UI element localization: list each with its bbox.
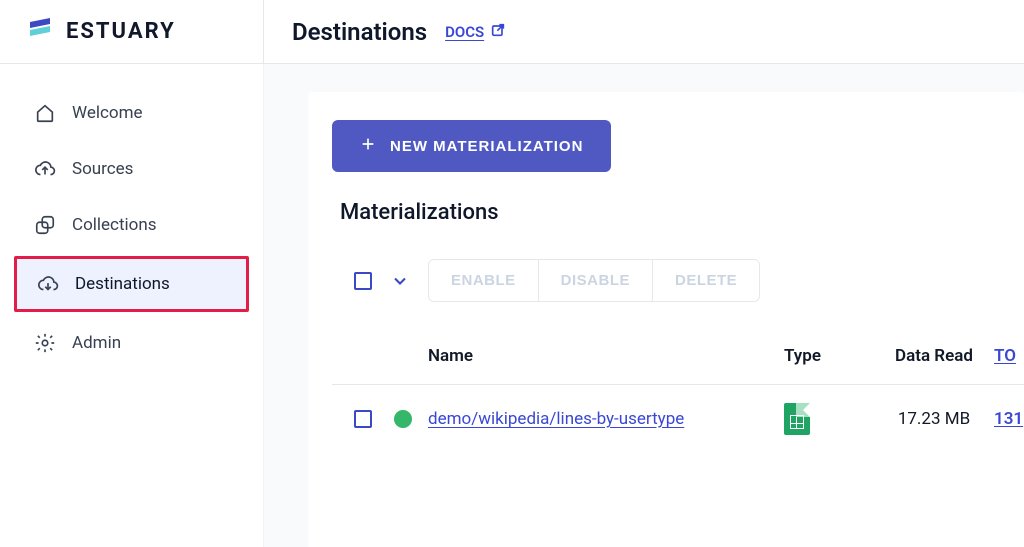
enable-button[interactable]: ENABLE: [429, 260, 539, 301]
disable-button[interactable]: DISABLE: [539, 260, 653, 301]
topbar: ESTUARY Destinations DOCS: [0, 0, 1024, 64]
docs-link-label: DOCS: [445, 23, 484, 41]
plus-icon: [360, 136, 376, 156]
table-header: Name Type Data Read TO: [332, 328, 1024, 385]
delete-button[interactable]: DELETE: [653, 260, 759, 301]
new-materialization-button[interactable]: NEW MATERIALIZATION: [332, 120, 611, 172]
sidebar-item-collections[interactable]: Collections: [14, 200, 249, 250]
sidebar-item-welcome[interactable]: Welcome: [14, 88, 249, 138]
google-sheets-icon: [784, 403, 810, 435]
table-toolbar: ENABLE DISABLE DELETE: [354, 259, 1024, 302]
sidebar-item-sources[interactable]: Sources: [14, 144, 249, 194]
materializations-card: NEW MATERIALIZATION Materializations ENA…: [308, 92, 1024, 547]
brand[interactable]: ESTUARY: [0, 0, 264, 63]
column-data-read: Data Read: [874, 346, 994, 366]
page-title: Destinations: [292, 18, 427, 46]
sidebar: Welcome Sources Collections Destinations: [0, 64, 264, 547]
materializations-table: Name Type Data Read TO demo/wikip: [332, 328, 1024, 453]
column-extra[interactable]: TO: [994, 346, 1024, 366]
sidebar-item-admin[interactable]: Admin: [14, 318, 249, 368]
sidebar-item-label: Destinations: [75, 274, 170, 294]
new-materialization-label: NEW MATERIALIZATION: [390, 138, 583, 155]
cloud-download-icon: [37, 273, 59, 295]
sidebar-item-label: Sources: [72, 159, 133, 179]
cloud-upload-icon: [34, 158, 56, 180]
collections-icon: [34, 214, 56, 236]
sidebar-item-label: Collections: [72, 215, 157, 235]
content-area: NEW MATERIALIZATION Materializations ENA…: [264, 64, 1024, 547]
home-icon: [34, 102, 56, 124]
data-read-value: 17.23 MB: [874, 409, 994, 429]
column-type: Type: [784, 346, 874, 366]
sidebar-item-label: Welcome: [72, 103, 143, 123]
sidebar-item-destinations[interactable]: Destinations: [14, 256, 249, 312]
brand-name: ESTUARY: [66, 19, 176, 44]
bulk-action-group: ENABLE DISABLE DELETE: [428, 259, 760, 302]
table-row: demo/wikipedia/lines-by-usertype 17.23 M…: [332, 385, 1024, 453]
row-extra-value: 131: [994, 409, 1024, 429]
select-all-checkbox[interactable]: [354, 272, 372, 290]
column-name: Name: [428, 346, 784, 366]
materialization-name-link[interactable]: demo/wikipedia/lines-by-usertype: [428, 409, 684, 429]
status-indicator-icon: [394, 410, 412, 428]
gear-icon: [34, 332, 56, 354]
sidebar-item-label: Admin: [72, 333, 121, 353]
chevron-down-icon[interactable]: [390, 271, 410, 291]
brand-logo-icon: [28, 16, 56, 48]
docs-link[interactable]: DOCS: [445, 22, 506, 42]
row-checkbox[interactable]: [354, 410, 372, 428]
external-link-icon: [490, 22, 506, 42]
section-title: Materializations: [340, 200, 1024, 225]
